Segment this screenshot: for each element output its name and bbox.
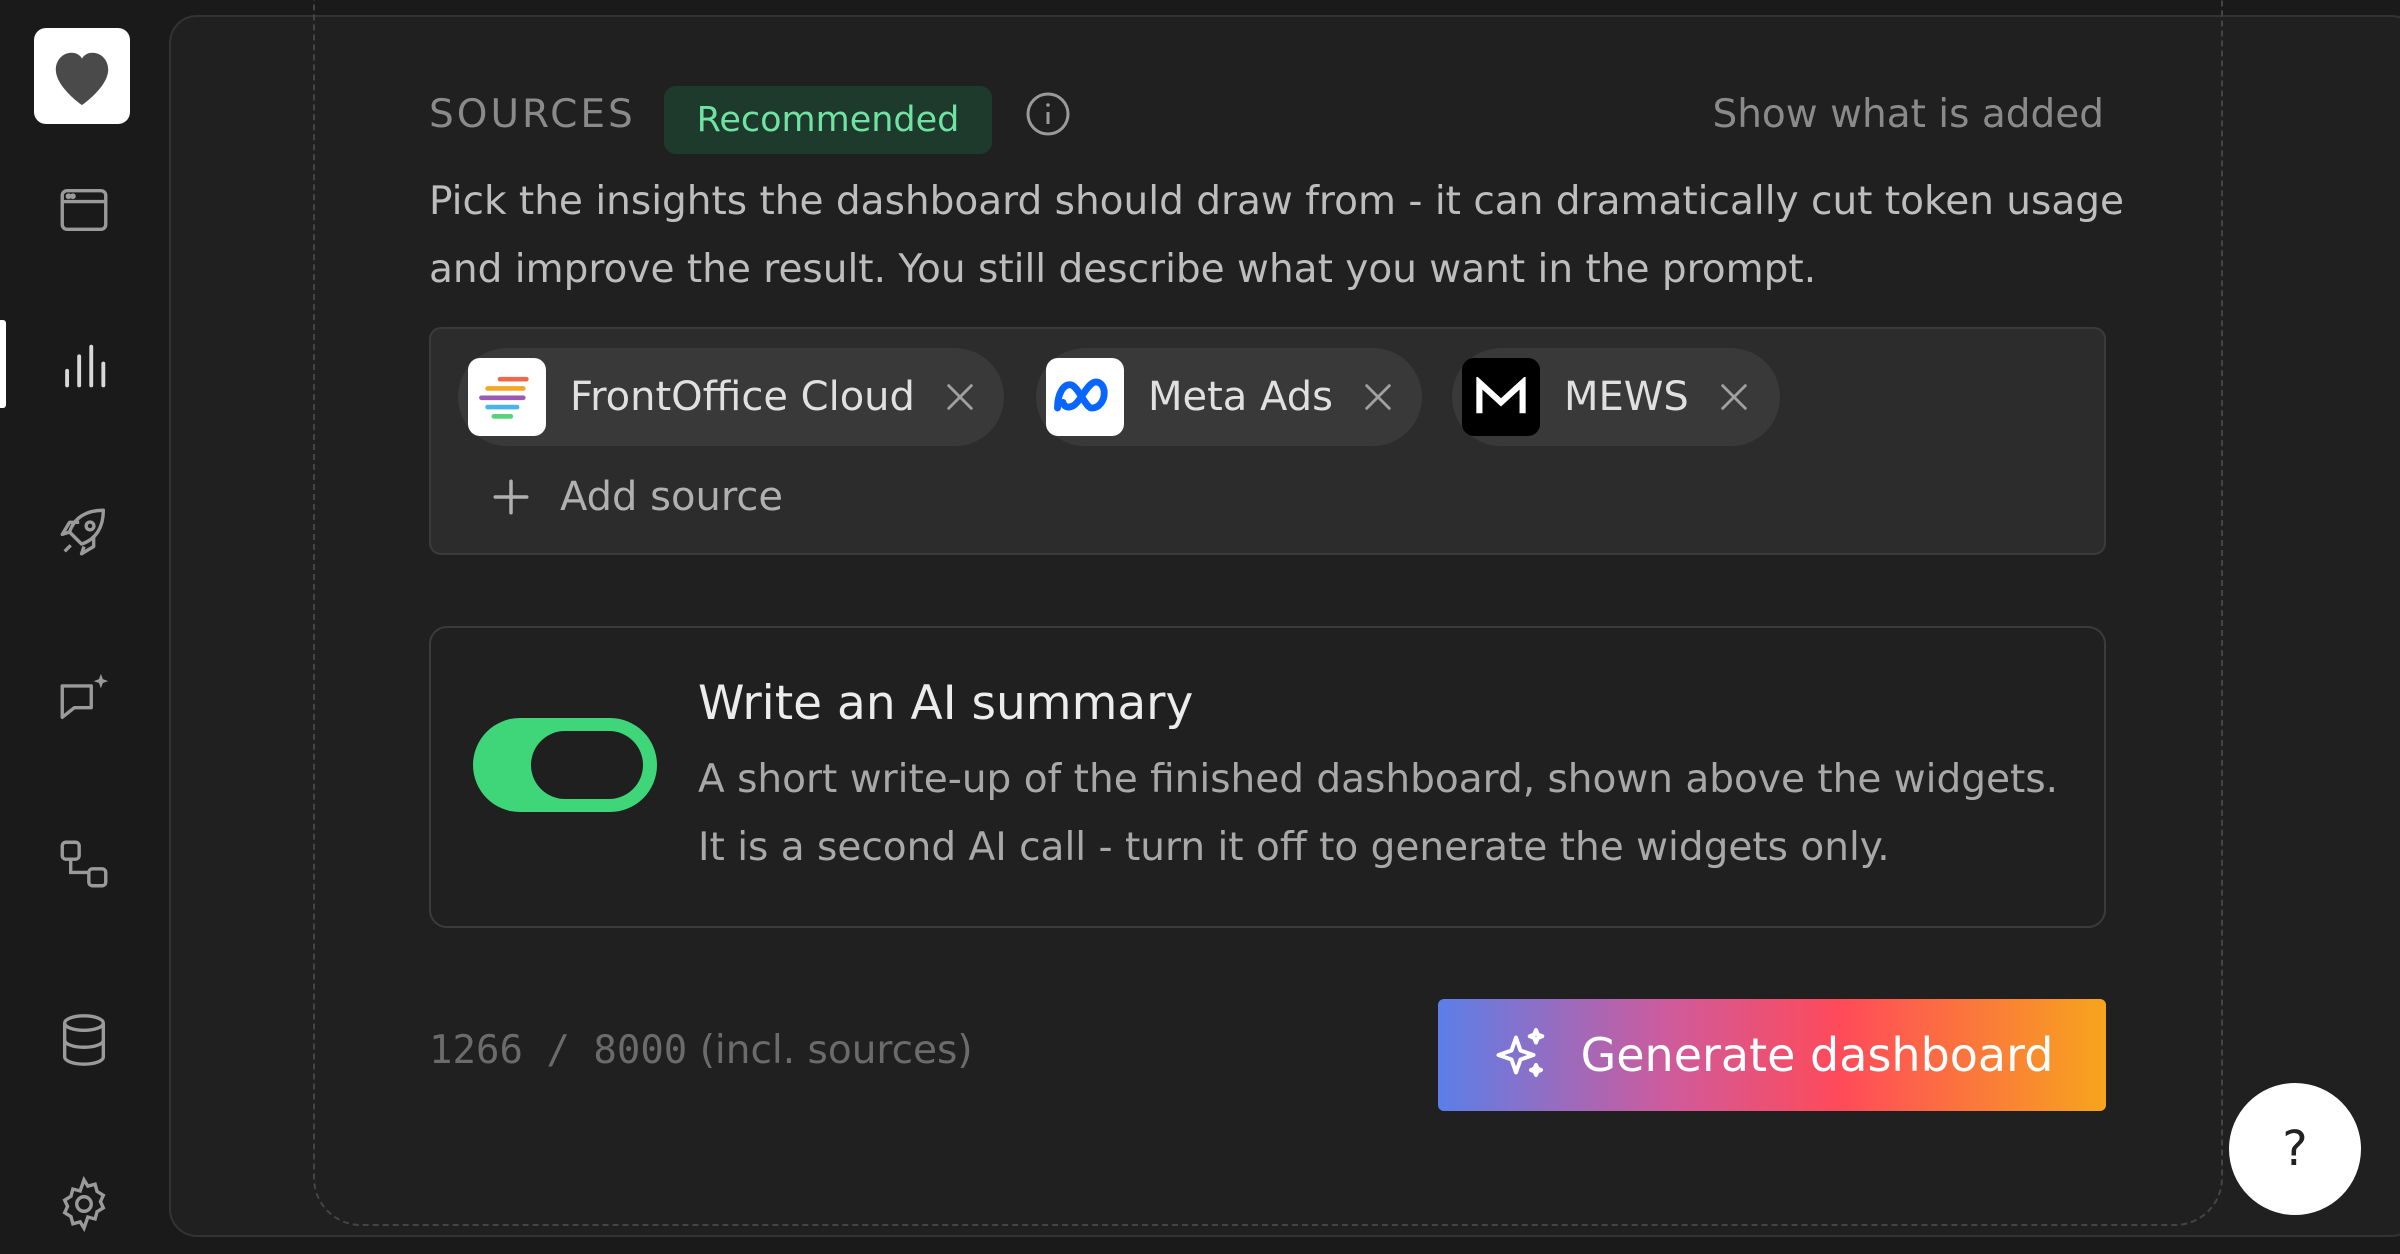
remove-source-icon[interactable] <box>1361 380 1395 414</box>
toggle-knob <box>531 731 643 799</box>
sources-title: SOURCES <box>429 92 636 137</box>
browser-window-icon <box>60 188 108 232</box>
source-chip-label: MEWS <box>1564 374 1689 420</box>
source-chip-label: Meta Ads <box>1148 374 1333 420</box>
token-count: 1266 / 8000 <box>429 1028 688 1073</box>
ai-summary-toggle[interactable] <box>473 718 657 812</box>
mews-logo <box>1462 358 1540 436</box>
sidebar-item-apps[interactable] <box>42 168 126 252</box>
sidebar-item-data[interactable] <box>42 998 126 1082</box>
info-icon[interactable] <box>1024 90 1072 138</box>
token-counter: 1266 / 8000 (incl. sources) <box>429 1028 973 1073</box>
ai-summary-title: Write an AI summary <box>698 676 1194 731</box>
sidebar <box>0 0 167 1254</box>
workflow-icon <box>60 840 108 888</box>
sidebar-item-workflows[interactable] <box>42 822 126 906</box>
source-chip-meta-ads: Meta Ads <box>1036 348 1422 446</box>
show-what-is-added-link[interactable]: Show what is added <box>1712 92 2104 137</box>
gear-icon <box>62 1175 106 1233</box>
recommended-badge: Recommended <box>664 86 992 154</box>
generate-dashboard-button[interactable]: Generate dashboard <box>1438 999 2106 1111</box>
source-chip-label: FrontOffice Cloud <box>570 374 915 420</box>
rocket-icon <box>60 508 106 556</box>
plus-icon <box>493 479 529 515</box>
sidebar-item-dashboards[interactable] <box>42 324 126 408</box>
source-chip-mews: MEWS <box>1452 348 1780 446</box>
sidebar-item-ai-chat[interactable] <box>42 656 126 740</box>
remove-source-icon[interactable] <box>943 380 977 414</box>
generate-dashboard-label: Generate dashboard <box>1580 1028 2054 1082</box>
add-source-button[interactable]: Add source <box>490 474 783 520</box>
chat-sparkle-icon <box>60 673 109 720</box>
ai-summary-description: A short write-up of the finished dashboa… <box>698 757 2059 870</box>
sparkles-icon <box>1496 1028 1544 1077</box>
meta-logo <box>1046 358 1124 436</box>
sources-description: Pick the insights the dashboard should d… <box>429 179 2124 292</box>
database-icon <box>62 1014 106 1066</box>
bar-chart-icon <box>65 344 106 388</box>
sidebar-item-launch[interactable] <box>42 490 126 574</box>
frontoffice-cloud-logo <box>468 358 546 436</box>
add-source-label: Add source <box>560 474 783 520</box>
sidebar-item-settings[interactable] <box>42 1162 126 1246</box>
help-button[interactable]: ? <box>2229 1083 2361 1215</box>
remove-source-icon[interactable] <box>1717 380 1751 414</box>
token-count-suffix: (incl. sources) <box>699 1028 973 1073</box>
heart-icon <box>55 52 109 106</box>
active-nav-indicator <box>0 320 6 408</box>
source-chip-frontoffice-cloud: FrontOffice Cloud <box>458 348 1004 446</box>
app-logo[interactable] <box>34 28 130 124</box>
